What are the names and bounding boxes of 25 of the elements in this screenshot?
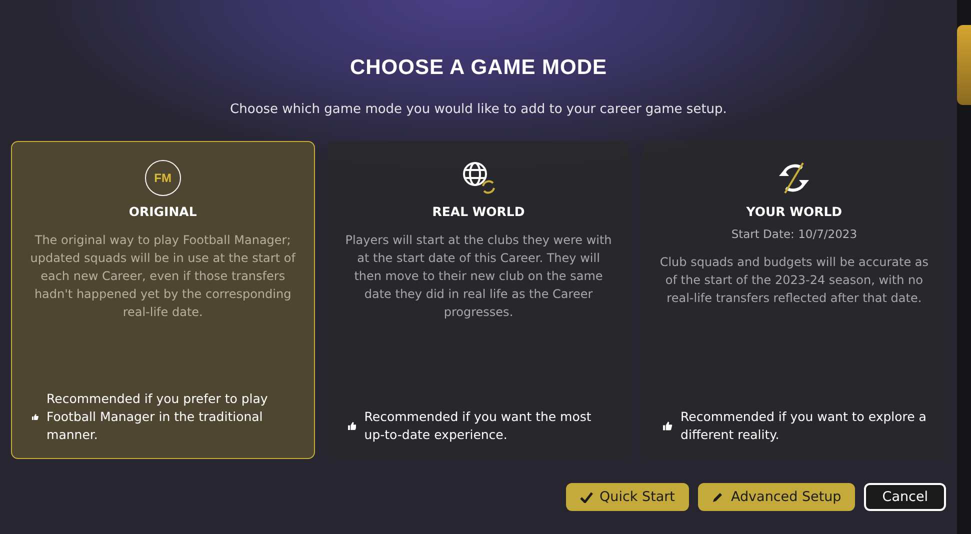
dialog-subtitle: Choose which game mode you would like to add to your career game setup.	[229, 102, 728, 117]
cancel-button[interactable]: Cancel	[864, 483, 946, 511]
mode-description: The original way to play Football Manager; updated squads will be in use at the start of each new Career, even if those transfers hadn't happened yet by the corresponding real-life date.	[29, 232, 297, 321]
recommendation-text: Recommended if you want to explore a different reality.	[680, 408, 928, 444]
start-date: Start Date: 10/7/2023	[731, 227, 858, 241]
mode-description: Players will start at the clubs they were with at the start date of this Career. They will then move to their new club on the same date they did in real life as the Career progresses.	[344, 232, 613, 321]
pencil-icon	[712, 491, 724, 503]
recommendation-text: Recommended if you want the most up-to-date experience.	[364, 408, 592, 444]
action-button[interactable]: Advanced Setup	[698, 483, 856, 511]
mode-card[interactable]	[326, 141, 630, 459]
mode-description: Club squads and budgets will be accurate as of the start of the 2023-24 season, with no real-life transfers reflected after that date.	[658, 254, 930, 307]
dialog-title: CHOOSE A GAME MODE	[348, 56, 608, 80]
thumbs-up-icon	[663, 420, 673, 432]
recommendation-text: Recommended if you prefer to play Football Manager in the traditional manner.	[46, 390, 269, 444]
checkmark-icon	[580, 492, 593, 502]
thumbs-up-icon	[348, 420, 356, 432]
mode-card[interactable]	[11, 141, 315, 459]
action-button[interactable]: Quick Start	[566, 483, 689, 511]
globe-sync-icon	[460, 161, 496, 195]
mode-title: REAL WORLD	[432, 204, 525, 219]
fm-logo: FM	[144, 160, 181, 196]
thumbs-up-icon	[32, 411, 39, 423]
mode-title: YOUR WORLD	[746, 204, 842, 219]
mode-title: ORIGINAL	[128, 204, 197, 219]
mode-card[interactable]	[642, 141, 946, 459]
